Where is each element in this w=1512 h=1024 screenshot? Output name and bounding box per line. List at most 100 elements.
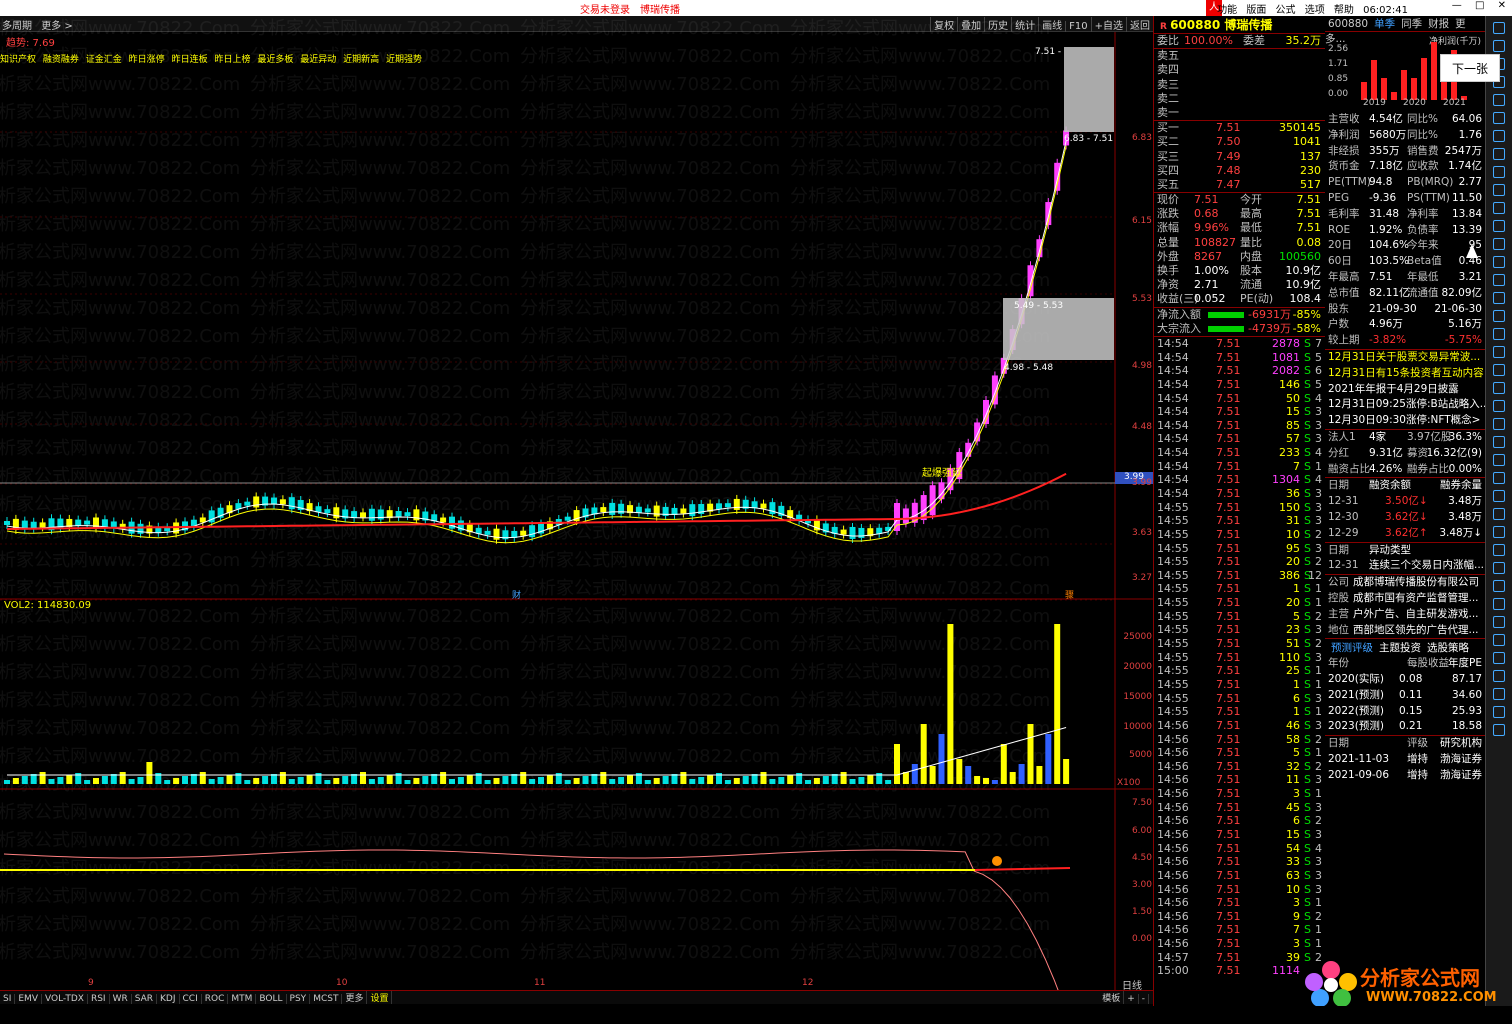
tab-more[interactable]: 更多 xyxy=(342,991,368,1004)
side-tool-icon[interactable] xyxy=(1493,292,1505,304)
volume-bar xyxy=(680,772,687,784)
side-tool-icon[interactable] xyxy=(1493,94,1505,106)
profit-y-tick: 1.71 xyxy=(1328,59,1349,69)
side-tool-icon[interactable] xyxy=(1493,706,1505,718)
news-marker[interactable]: 骤 xyxy=(1065,588,1074,601)
finance-tab[interactable]: 600880 xyxy=(1328,18,1368,30)
side-tool-icon[interactable] xyxy=(1493,418,1505,430)
menu-formula[interactable]: 公式 xyxy=(1276,5,1296,16)
side-tool-icon[interactable] xyxy=(1493,526,1505,538)
side-tool-icon[interactable] xyxy=(1493,688,1505,700)
side-tool-icon[interactable] xyxy=(1493,454,1505,466)
side-tool-icon[interactable] xyxy=(1493,310,1505,322)
tab-roc[interactable]: ROC xyxy=(202,994,229,1004)
side-tool-icon[interactable] xyxy=(1493,580,1505,592)
next-image-tooltip[interactable]: 下一张 xyxy=(1440,54,1500,82)
side-tool-icon[interactable] xyxy=(1493,346,1505,358)
template-button[interactable]: 模板 xyxy=(1099,991,1125,1004)
finance-marker[interactable]: 财 xyxy=(512,588,521,601)
tab-sar[interactable]: SAR xyxy=(132,994,158,1004)
tag-margin[interactable]: 融资融券 xyxy=(43,55,79,65)
side-tool-icon[interactable] xyxy=(1493,382,1505,394)
window-controls: — □ ✕ xyxy=(1442,0,1506,11)
kline-chart[interactable] xyxy=(0,32,1153,990)
side-tool-icon[interactable] xyxy=(1493,436,1505,448)
tool-add-watch[interactable]: +自选 xyxy=(1090,17,1126,32)
tag-strong[interactable]: 近期强势 xyxy=(386,55,422,65)
finance-tab[interactable]: 财报 xyxy=(1428,18,1449,30)
zoom-out-button[interactable]: - xyxy=(1139,994,1149,1004)
tab-psy[interactable]: PSY xyxy=(287,994,311,1004)
tick-list[interactable]: 14:54 7.51 2878 S 7 14:54 7.51 1081 S 5 14:54 7.51 2… xyxy=(1154,335,1325,978)
news-list[interactable]: 12月31日关于股票交易异常波... 12月31日有15条投资者互动内容 2021年… xyxy=(1325,348,1490,429)
side-tool-icon[interactable] xyxy=(1493,400,1505,412)
tag-consecutive[interactable]: 昨日连板 xyxy=(172,55,208,65)
side-tool-icon[interactable] xyxy=(1493,490,1505,502)
close-button[interactable]: ✕ xyxy=(1498,0,1506,11)
tool-back[interactable]: 返回 xyxy=(1126,17,1153,32)
side-tool-icon[interactable] xyxy=(1493,202,1505,214)
tab-mtm[interactable]: MTM xyxy=(228,994,257,1004)
price-tick: 5.53 xyxy=(1131,294,1152,304)
menu-layout[interactable]: 版面 xyxy=(1246,5,1266,16)
rating-date: 2021-09-06 xyxy=(1328,768,1390,781)
finance-tab[interactable]: 单季 xyxy=(1374,18,1395,30)
tick-volume: 150 xyxy=(1279,500,1300,514)
side-tool-icon[interactable] xyxy=(1493,634,1505,646)
side-tool-icon[interactable] xyxy=(1493,472,1505,484)
side-tool-icon[interactable] xyxy=(1493,148,1505,160)
side-tool-icon[interactable] xyxy=(1493,274,1505,286)
forecast-tab[interactable]: 选股策略 xyxy=(1427,642,1469,654)
menu-function[interactable]: 功能 xyxy=(1217,5,1237,16)
forecast-tab[interactable]: 主题投资 xyxy=(1379,642,1421,654)
zoom-in-button[interactable]: + xyxy=(1124,994,1139,1004)
tool-f10[interactable]: F10 xyxy=(1065,21,1090,32)
menu-options[interactable]: 选项 xyxy=(1305,5,1325,16)
side-tool-icon[interactable] xyxy=(1493,616,1505,628)
side-tool-icon[interactable] xyxy=(1493,724,1505,736)
side-tool-icon[interactable] xyxy=(1493,238,1505,250)
tag-listed[interactable]: 昨日上榜 xyxy=(214,55,250,65)
tab-rsi[interactable]: RSI xyxy=(88,994,110,1004)
tag-multi-board[interactable]: 最近多板 xyxy=(257,55,293,65)
tab-emv[interactable]: EMV xyxy=(15,994,42,1004)
tab-si[interactable]: SI xyxy=(0,994,16,1004)
minimize-button[interactable]: — xyxy=(1452,0,1462,11)
tab-vol-tdx[interactable]: VOL-TDX xyxy=(42,994,88,1004)
tab-mcst[interactable]: MCST xyxy=(310,994,343,1004)
side-tool-icon[interactable] xyxy=(1493,112,1505,124)
tab-wr[interactable]: WR xyxy=(110,994,132,1004)
tick-side: S xyxy=(1304,486,1311,500)
side-tool-icon[interactable] xyxy=(1493,328,1505,340)
tag-csf[interactable]: 证金汇金 xyxy=(86,55,122,65)
tag-ip[interactable]: 知识产权 xyxy=(0,55,36,65)
forecast-tab[interactable]: 预测评级 xyxy=(1331,642,1373,654)
tab-boll[interactable]: BOLL xyxy=(256,994,287,1004)
tab-kdj[interactable]: KDJ xyxy=(157,994,180,1004)
side-tool-icon[interactable] xyxy=(1493,40,1505,52)
tab-cci[interactable]: CCI xyxy=(180,994,202,1004)
side-tool-icon[interactable] xyxy=(1493,130,1505,142)
tag-new-high[interactable]: 近期新高 xyxy=(343,55,379,65)
side-tool-icon[interactable] xyxy=(1493,256,1505,268)
side-tool-icon[interactable] xyxy=(1493,184,1505,196)
maximize-button[interactable]: □ xyxy=(1475,0,1484,11)
side-tool-icon[interactable] xyxy=(1493,508,1505,520)
side-tool-icon[interactable] xyxy=(1493,562,1505,574)
side-tool-icon[interactable] xyxy=(1493,652,1505,664)
side-tool-icon[interactable] xyxy=(1493,598,1505,610)
tab-settings[interactable]: 设置 xyxy=(367,991,393,1004)
side-tool-icon[interactable] xyxy=(1493,544,1505,556)
tick-row: 14:55 7.51 10 S 2 xyxy=(1154,528,1325,542)
side-tool-icon[interactable] xyxy=(1493,220,1505,232)
side-tool-icon[interactable] xyxy=(1493,670,1505,682)
tick-time: 14:54 xyxy=(1157,377,1189,391)
tag-abnormal[interactable]: 最近异动 xyxy=(300,55,336,65)
finance-tab[interactable]: 同季 xyxy=(1401,18,1422,30)
tag-limitup[interactable]: 昨日涨停 xyxy=(129,55,165,65)
forecast-pe: 18.58 xyxy=(1451,720,1482,733)
menu-help[interactable]: 帮助 xyxy=(1334,5,1354,16)
side-tool-icon[interactable] xyxy=(1493,364,1505,376)
side-tool-icon[interactable] xyxy=(1493,22,1505,34)
side-tool-icon[interactable] xyxy=(1493,166,1505,178)
